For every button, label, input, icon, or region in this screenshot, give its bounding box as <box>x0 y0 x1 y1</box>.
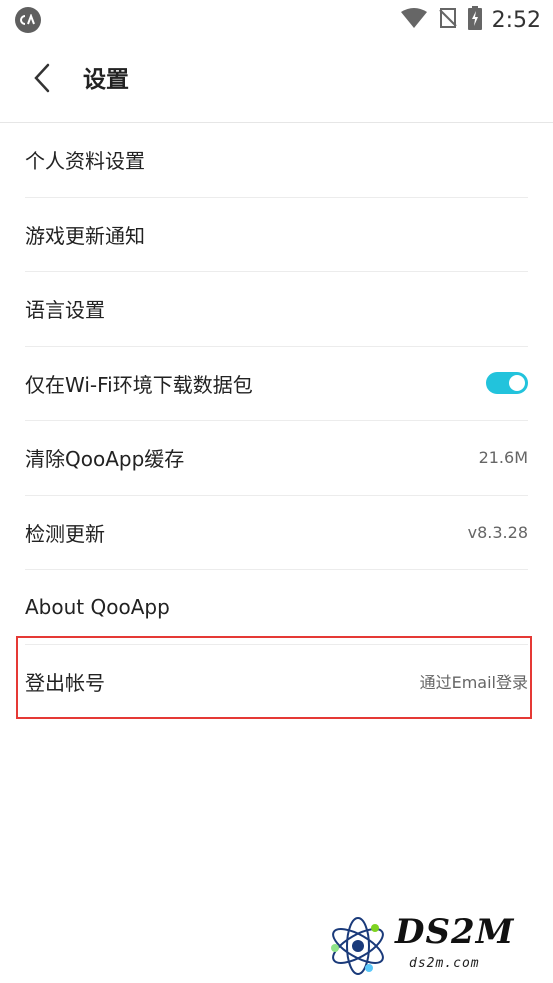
setting-row-profile[interactable]: 个人资料设置 <box>25 123 528 198</box>
settings-list: 个人资料设置 游戏更新通知 语言设置 仅在Wi-Fi环境下载数据包 清除QooA… <box>0 123 553 719</box>
app-header: 设置 <box>0 40 553 123</box>
watermark-site: ds2m.com <box>409 956 480 971</box>
setting-row-wifi-only-download: 仅在Wi-Fi环境下载数据包 <box>25 347 528 421</box>
setting-label: About QooApp <box>25 594 170 619</box>
page-title: 设置 <box>83 67 129 93</box>
setting-label: 登出帐号 <box>25 670 105 695</box>
setting-label: 仅在Wi-Fi环境下载数据包 <box>25 372 253 397</box>
version-value: v8.3.28 <box>467 522 528 542</box>
status-indicators: 2:52 <box>400 0 541 40</box>
setting-label: 语言设置 <box>25 298 105 323</box>
setting-row-about[interactable]: About QooApp <box>25 570 528 645</box>
setting-row-logout[interactable]: 登出帐号 通过Email登录 <box>25 645 528 719</box>
qooapp-icon <box>15 7 41 33</box>
settings-screen: 2:52 设置 个人资料设置 游戏更新通知 语言设置 仅在Wi-Fi环境下载数据… <box>0 0 553 983</box>
login-method-value: 通过Email登录 <box>419 673 528 693</box>
setting-row-check-update[interactable]: 检测更新 v8.3.28 <box>25 496 528 570</box>
setting-label: 游戏更新通知 <box>25 223 145 248</box>
no-signal-icon <box>438 7 458 33</box>
wifi-only-toggle[interactable] <box>486 372 528 395</box>
cache-size-value: 21.6M <box>478 448 528 468</box>
atom-logo-icon <box>331 917 384 975</box>
setting-label: 检测更新 <box>25 521 105 546</box>
chevron-left-icon <box>32 63 52 97</box>
setting-row-clear-cache[interactable]: 清除QooApp缓存 21.6M <box>25 421 528 496</box>
status-time: 2:52 <box>491 7 541 33</box>
setting-row-game-update-notify[interactable]: 游戏更新通知 <box>25 198 528 272</box>
setting-row-language[interactable]: 语言设置 <box>25 272 528 347</box>
setting-label: 清除QooApp缓存 <box>25 447 185 472</box>
wifi-icon <box>400 7 428 33</box>
watermark-logo: DS2M ds2m.com <box>325 912 545 976</box>
back-button[interactable] <box>22 60 62 100</box>
setting-label: 个人资料设置 <box>25 149 145 174</box>
watermark-brand: DS2M <box>395 912 515 952</box>
status-bar: 2:52 <box>0 0 553 40</box>
toggle-knob <box>509 375 525 392</box>
battery-charging-icon <box>467 6 482 34</box>
